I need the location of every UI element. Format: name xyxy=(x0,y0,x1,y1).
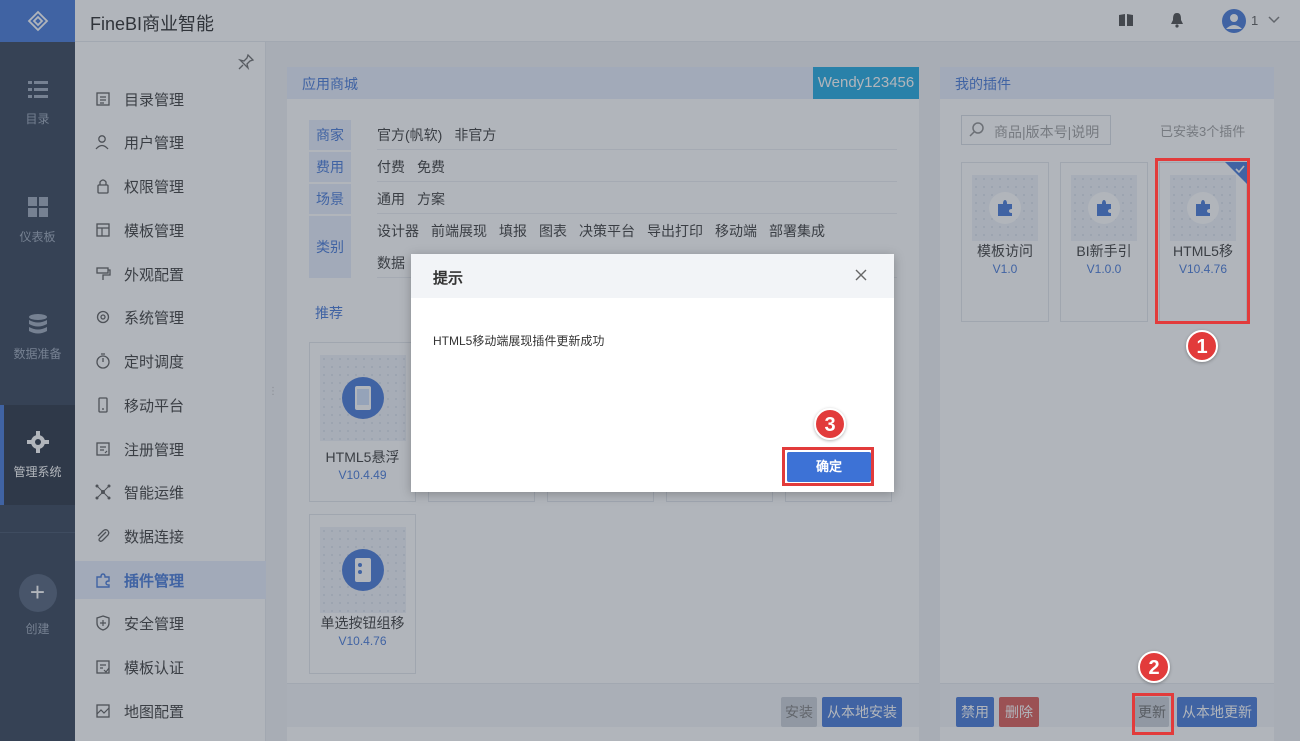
close-icon[interactable] xyxy=(854,268,868,282)
dialog-header: 提示 xyxy=(411,254,894,298)
highlight-update-button xyxy=(1132,693,1174,735)
dialog-title: 提示 xyxy=(433,270,464,287)
step-badge-1: 1 xyxy=(1186,330,1218,362)
dialog-message: HTML5移动端展现插件更新成功 xyxy=(433,334,605,348)
highlight-selected-plugin xyxy=(1155,158,1250,324)
step-badge-3: 3 xyxy=(814,408,846,440)
highlight-confirm-button xyxy=(782,447,874,486)
step-badge-2: 2 xyxy=(1138,651,1170,683)
